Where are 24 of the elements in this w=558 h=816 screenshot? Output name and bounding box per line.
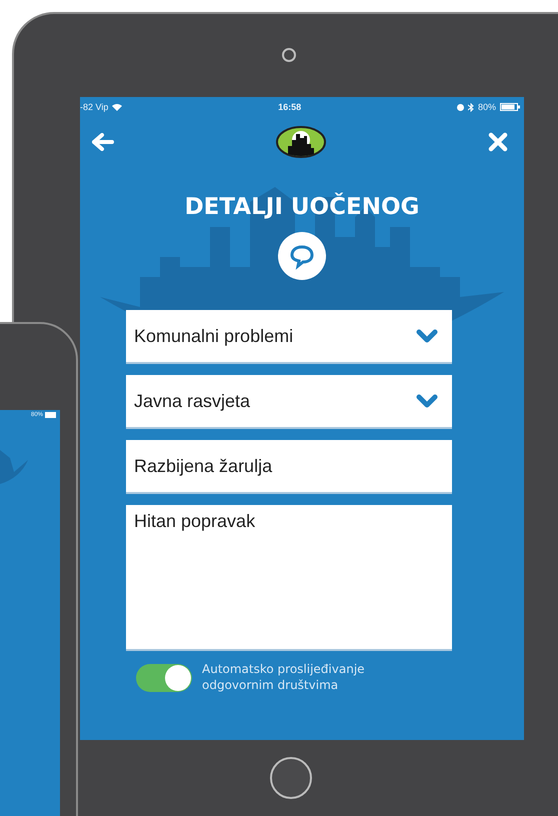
back-arrow-icon[interactable]: [92, 133, 114, 151]
wifi-icon: [112, 103, 122, 111]
carrier-label: -82 Vip: [80, 102, 108, 112]
toggle-switch[interactable]: [136, 664, 192, 692]
chevron-down-icon: [416, 394, 438, 408]
toggle-label: Automatsko proslijeđivanje odgovornim društvima: [202, 661, 366, 694]
alarm-icon: [456, 104, 464, 110]
dropdown-field[interactable]: Komunalni problemi: [126, 310, 452, 364]
battery-icon: [45, 412, 57, 418]
battery-icon: [500, 103, 520, 111]
home-button[interactable]: [270, 757, 312, 799]
chat-bubble-icon: [278, 232, 326, 280]
eye-logo-icon: [276, 126, 326, 158]
clock-label: 16:58: [278, 102, 302, 112]
chevron-down-icon: [416, 329, 438, 343]
camera-icon: [282, 48, 296, 62]
input-field[interactable]: Razbijena žarulja: [126, 440, 452, 494]
skyline-drawing: [0, 450, 28, 484]
text-area[interactable]: Hitan popravak: [126, 505, 452, 651]
bluetooth-icon: [468, 102, 474, 112]
close-icon[interactable]: [488, 132, 508, 152]
page-title: DETALJI UOČENOG: [184, 194, 420, 220]
dropdown-field[interactable]: Javna rasvjeta: [126, 375, 452, 429]
battery-label: 80%: [478, 102, 496, 112]
